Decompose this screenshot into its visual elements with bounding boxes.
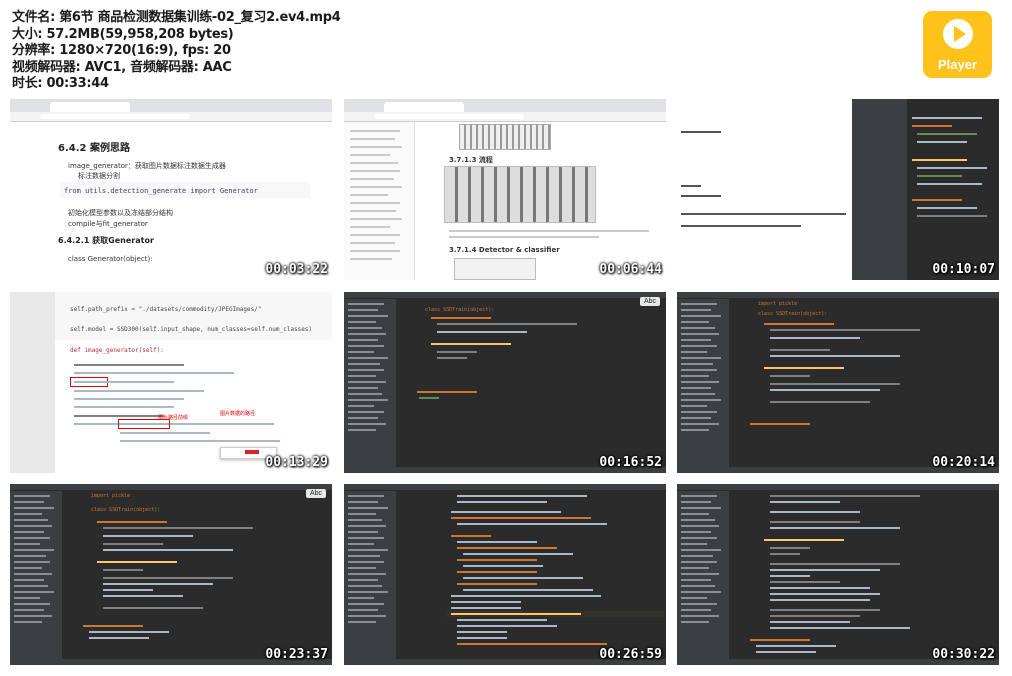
timestamp: 00:26:59	[599, 647, 662, 662]
code-line: def image_generator(self):	[70, 347, 164, 354]
timestamp: 00:20:14	[932, 455, 995, 470]
thumbnail-4[interactable]: self.path_prefix = "./datasets/commodity…	[10, 292, 332, 473]
duration: 时长: 00:33:44	[12, 76, 109, 91]
thumbnail-7[interactable]: import pickle class SSDTrain(object): Ab…	[10, 484, 332, 665]
doc-code: from utils.detection_generate import Gen…	[64, 187, 258, 195]
timestamp: 00:23:37	[265, 647, 328, 662]
code-line: self.model = SSD300(self.input_shape, nu…	[70, 326, 313, 333]
thumbnail-2[interactable]: 3.7.1.3 流程 3.7.1.4 Detector & classifier…	[344, 99, 666, 280]
thumbnail-5[interactable]: class SSDTrain(object): Abc 00:16:52	[344, 292, 666, 473]
timestamp: 00:06:44	[599, 262, 662, 277]
code-line: import pickle	[91, 493, 131, 499]
thumbnail-6[interactable]: import pickle class SSDTrain(object): 00…	[677, 292, 999, 473]
thumbnail-3[interactable]: 00:10:07	[677, 99, 999, 280]
doc-bullet: image_generator：获取图片数据标注数据生成器	[68, 162, 226, 170]
abc-badge: Abc	[639, 297, 660, 306]
thumbnail-9[interactable]: 00:30:22	[677, 484, 999, 665]
abc-badge: Abc	[305, 489, 326, 498]
codec: 视频解码器: AVC1, 音频解码器: AAC	[12, 59, 232, 75]
doc-bullet: compile与fit_generator	[68, 220, 148, 228]
video-info: 文件名: 第6节 商品检测数据集训练-02_复习2.ev4.mp4 大小: 57…	[12, 10, 612, 93]
thumbnail-1[interactable]: 6.4.2 案例思路 image_generator：获取图片数据标注数据生成器…	[10, 99, 332, 280]
doc-heading: 6.4.2 案例思路	[58, 143, 130, 154]
code-line: import pickle	[758, 301, 798, 307]
doc-bullet: class Generator(object):	[68, 255, 153, 263]
doc-section: 3.7.1.4 Detector & classifier	[449, 246, 560, 254]
timestamp: 00:10:07	[932, 262, 995, 277]
file-name: 文件名: 第6节 商品检测数据集训练-02_复习2.ev4.mp4	[12, 10, 341, 25]
file-size: 大小: 57.2MB(59,958,208 bytes)	[12, 26, 234, 42]
play-icon	[943, 19, 973, 49]
logo-label: Player	[937, 57, 978, 72]
code-line: self.path_prefix = "./datasets/commodity…	[70, 306, 262, 313]
code-line: class SSDTrain(object):	[425, 307, 495, 313]
doc-bullet: 初始化模型参数以及冻结部分结构	[68, 209, 173, 217]
doc-subheading: 6.4.2.1 获取Generator	[58, 236, 154, 245]
code-line: class SSDTrain(object):	[758, 311, 828, 317]
resolution: 分辨率: 1280×720(16:9), fps: 20	[12, 43, 231, 58]
annotation: 图片数据的路径	[220, 411, 256, 417]
timestamp: 00:16:52	[599, 455, 662, 470]
thumbnail-8[interactable]: 00:26:59	[344, 484, 666, 665]
player-logo: Player	[923, 11, 992, 78]
timestamp: 00:13:29	[265, 455, 328, 470]
timestamp: 00:03:22	[265, 262, 328, 277]
timestamp: 00:30:22	[932, 647, 995, 662]
doc-section: 3.7.1.3 流程	[449, 156, 493, 164]
code-line: class SSDTrain(object):	[91, 507, 161, 513]
annotation: 图片路径前缀	[158, 415, 189, 421]
doc-bullet: 标注数据分割	[78, 172, 120, 180]
